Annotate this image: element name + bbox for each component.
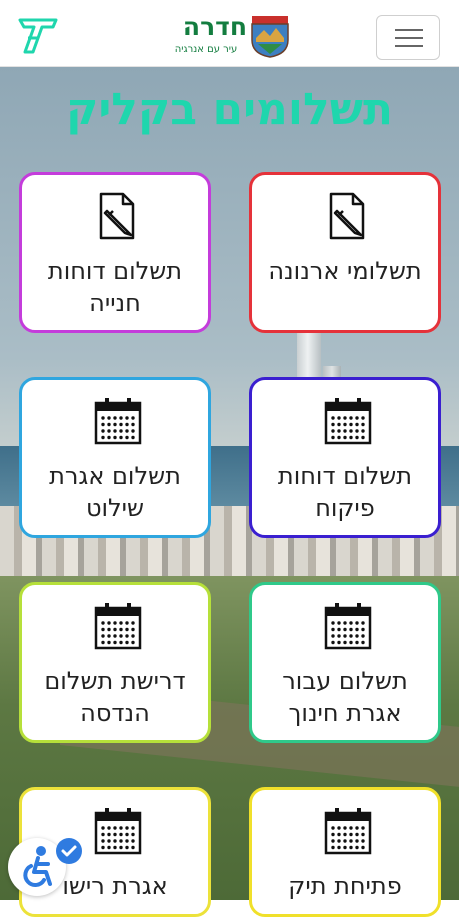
tile-label: תשלום אגרת שילוט bbox=[49, 462, 181, 522]
tile-label: דרישת תשלום הנדסה bbox=[44, 667, 186, 727]
document-pencil-icon bbox=[99, 192, 135, 240]
calendar-icon bbox=[94, 808, 142, 855]
tile-inspection-fines[interactable]: תשלום דוחות פיקוח bbox=[249, 377, 441, 538]
city-brand[interactable]: חדרה עיר עם אנרגיה bbox=[165, 12, 290, 60]
tile-label: פתיחת תיק bbox=[288, 872, 402, 900]
tile-property-tax[interactable]: תשלומי ארנונה bbox=[249, 172, 441, 333]
calendar-icon bbox=[94, 603, 142, 650]
tile-signage-fee[interactable]: תשלום אגרת שילוט bbox=[19, 377, 211, 538]
tile-education-fee[interactable]: תשלום עבור אגרת חינוך bbox=[249, 582, 441, 743]
city-name: חדרה bbox=[182, 12, 247, 41]
calendar-icon bbox=[324, 808, 372, 855]
document-pencil-icon bbox=[329, 192, 365, 240]
page-title: תשלומים בקליק bbox=[65, 84, 394, 135]
city-slogan: עיר עם אנרגיה bbox=[174, 44, 238, 55]
tile-label: תשלום דוחות חנייה bbox=[47, 257, 183, 317]
city-crest-icon bbox=[251, 16, 289, 58]
tile-label: תשלום דוחות פיקוח bbox=[277, 462, 413, 522]
calendar-icon bbox=[94, 398, 142, 445]
calendar-icon bbox=[324, 603, 372, 650]
hamburger-menu-icon[interactable] bbox=[376, 15, 440, 60]
tile-label: תשלום עבור אגרת חינוך bbox=[282, 667, 408, 727]
tile-parking-fines[interactable]: תשלום דוחות חנייה bbox=[19, 172, 211, 333]
calendar-icon bbox=[324, 398, 372, 445]
tile-engineering-payment[interactable]: דרישת תשלום הנדסה bbox=[19, 582, 211, 743]
tile-label: תשלומי ארנונה bbox=[268, 257, 422, 285]
check-badge-icon bbox=[56, 838, 82, 864]
t-logo-icon[interactable] bbox=[16, 14, 60, 58]
tile-open-file[interactable]: פתיחת תיק bbox=[249, 787, 441, 917]
top-header: חדרה עיר עם אנרגיה bbox=[0, 0, 459, 67]
